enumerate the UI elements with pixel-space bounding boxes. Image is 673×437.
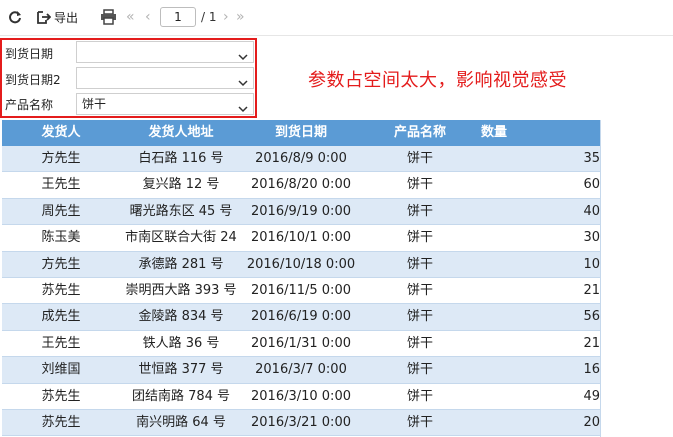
- cell-product-name: 饼干: [406, 282, 433, 298]
- table-body: 方先生 白石路 116 号 2016/8/9 0:00 饼干 35 王先生 复兴路 12 号…: [2, 146, 600, 437]
- cell-shipper: 陈玉美: [41, 230, 81, 246]
- cell-arrival-date: 2016/1/31 0:00: [251, 335, 351, 351]
- cell-shipper-address: 金陵路 834 号: [138, 309, 224, 325]
- table-row: 苏先生 崇明西大路 393 号 2016/11/5 0:00 饼干 21: [2, 277, 600, 305]
- table-row: 方先生 承德路 281 号 2016/10/18 0:00 饼干 10: [2, 251, 600, 278]
- cell-shipper: 周先生: [41, 203, 81, 219]
- cell-shipper-address: 承德路 281 号: [138, 256, 224, 272]
- table-row: 苏先生 团结南路 784 号 2016/3/10 0:00 饼干 49: [2, 383, 600, 410]
- cell-shipper-address: 南兴明路 64 号: [136, 414, 226, 430]
- cell-product-name: 饼干: [406, 388, 433, 404]
- print-icon[interactable]: [100, 9, 117, 25]
- cell-shipper: 方先生: [41, 256, 81, 272]
- refresh-icon[interactable]: [8, 10, 22, 24]
- cell-shipper: 成先生: [41, 309, 81, 325]
- chevron-down-icon: [238, 99, 248, 119]
- cell-product-name: 饼干: [406, 335, 433, 351]
- product-name-select[interactable]: 饼干: [76, 93, 254, 115]
- header-arrival-date: 到货日期: [274, 125, 327, 140]
- report-toolbar: 导出 « ‹ / 1 › »: [0, 0, 673, 36]
- cell-quantity: 20: [583, 414, 600, 430]
- parameter-panel: 到货日期 到货日期2 产品名称 饼干: [0, 38, 257, 118]
- cell-arrival-date: 2016/3/21 0:00: [251, 414, 351, 430]
- cell-product-name: 饼干: [406, 362, 433, 378]
- cell-quantity: 40: [583, 203, 600, 219]
- table-row: 刘维国 世恒路 377 号 2016/3/7 0:00 饼干 16: [2, 357, 600, 384]
- param-label-arrival-date: 到货日期: [5, 47, 54, 61]
- table-row: 王先生 复兴路 12 号 2016/8/20 0:00 饼干 60: [2, 172, 600, 199]
- arrival-date-select[interactable]: [76, 41, 254, 63]
- table-header: 发货人 发货人地址 到货日期 产品名称 数量: [2, 120, 600, 146]
- cell-arrival-date: 2016/8/9 0:00: [255, 151, 347, 166]
- cell-arrival-date: 2016/6/19 0:00: [251, 309, 351, 325]
- cell-shipper: 王先生: [41, 177, 81, 193]
- export-label: 导出: [54, 11, 79, 25]
- cell-product-name: 饼干: [406, 414, 433, 430]
- cell-quantity: 35: [583, 151, 600, 166]
- arrival-date-2-select[interactable]: [76, 67, 254, 89]
- next-page-icon[interactable]: ›: [223, 9, 229, 25]
- table-row: 成先生 金陵路 834 号 2016/6/19 0:00 饼干 56: [2, 304, 600, 331]
- table-row: 王先生 铁人路 36 号 2016/1/31 0:00 饼干 21: [2, 330, 600, 358]
- cell-quantity: 16: [583, 362, 600, 378]
- cell-quantity: 21: [583, 282, 600, 298]
- cell-shipper-address: 曙光路东区 45 号: [129, 203, 233, 219]
- cell-product-name: 饼干: [406, 177, 433, 193]
- cell-shipper: 王先生: [41, 335, 81, 351]
- cell-quantity: 21: [583, 335, 600, 351]
- header-quantity: 数量: [480, 125, 507, 140]
- product-name-value: 饼干: [82, 97, 107, 111]
- header-shipper-address: 发货人地址: [148, 125, 214, 140]
- cell-arrival-date: 2016/3/7 0:00: [255, 362, 347, 378]
- table-row: 周先生 曙光路东区 45 号 2016/9/19 0:00 饼干 40: [2, 198, 600, 226]
- cell-arrival-date: 2016/3/10 0:00: [251, 388, 351, 404]
- cell-quantity: 60: [583, 177, 600, 193]
- cell-quantity: 30: [583, 230, 600, 246]
- cell-quantity: 49: [583, 388, 600, 404]
- cell-product-name: 饼干: [406, 256, 433, 272]
- cell-shipper-address: 铁人路 36 号: [142, 335, 220, 351]
- cell-shipper: 苏先生: [41, 414, 81, 430]
- prev-page-icon[interactable]: ‹: [145, 9, 151, 25]
- cell-shipper: 苏先生: [41, 282, 81, 298]
- cell-shipper: 刘维国: [41, 362, 81, 378]
- table-row: 陈玉美 市南区联合大街 24 2016/10/1 0:00 饼干 30: [2, 225, 600, 252]
- cell-arrival-date: 2016/9/19 0:00: [251, 203, 351, 219]
- cell-shipper-address: 白石路 116 号: [138, 151, 224, 166]
- cell-shipper: 苏先生: [41, 388, 81, 404]
- table-row: 苏先生 南兴明路 64 号 2016/3/21 0:00 饼干 20: [2, 409, 600, 437]
- export-icon: [36, 10, 51, 25]
- cell-product-name: 饼干: [406, 309, 433, 325]
- cell-shipper-address: 崇明西大路 393 号: [125, 282, 237, 298]
- chevron-down-icon: [238, 73, 248, 93]
- page-number-input[interactable]: [160, 7, 196, 27]
- report-table: 发货人 发货人地址 到货日期 产品名称 数量 方先生 白石路 116 号 2016/…: [2, 120, 600, 437]
- cell-arrival-date: 2016/10/18 0:00: [246, 256, 356, 272]
- page-total: / 1: [201, 10, 217, 24]
- export-button[interactable]: 导出: [36, 9, 78, 26]
- header-shipper: 发货人: [41, 125, 81, 140]
- cell-product-name: 饼干: [406, 203, 433, 219]
- cell-shipper-address: 团结南路 784 号: [131, 388, 231, 404]
- cell-product-name: 饼干: [406, 230, 433, 246]
- header-product-name: 产品名称: [393, 125, 446, 140]
- cell-quantity: 10: [583, 256, 600, 272]
- annotation-text: 参数占空间太大，影响视觉感受: [308, 70, 567, 91]
- cell-shipper-address: 世恒路 377 号: [138, 362, 224, 378]
- cell-product-name: 饼干: [406, 151, 433, 166]
- table-row: 方先生 白石路 116 号 2016/8/9 0:00 饼干 35: [2, 146, 600, 173]
- first-page-icon[interactable]: «: [126, 9, 135, 25]
- cell-quantity: 56: [583, 309, 600, 325]
- cell-shipper-address: 市南区联合大街 24: [125, 230, 237, 246]
- param-label-product-name: 产品名称: [5, 98, 54, 112]
- chevron-down-icon: [238, 47, 248, 67]
- table-right-border: [600, 120, 601, 437]
- param-label-arrival-date-2: 到货日期2: [5, 73, 61, 87]
- cell-arrival-date: 2016/11/5 0:00: [251, 282, 351, 298]
- last-page-icon[interactable]: »: [236, 9, 245, 25]
- cell-shipper-address: 复兴路 12 号: [142, 177, 220, 193]
- cell-arrival-date: 2016/8/20 0:00: [251, 177, 351, 193]
- cell-arrival-date: 2016/10/1 0:00: [251, 230, 351, 246]
- cell-shipper: 方先生: [41, 151, 81, 166]
